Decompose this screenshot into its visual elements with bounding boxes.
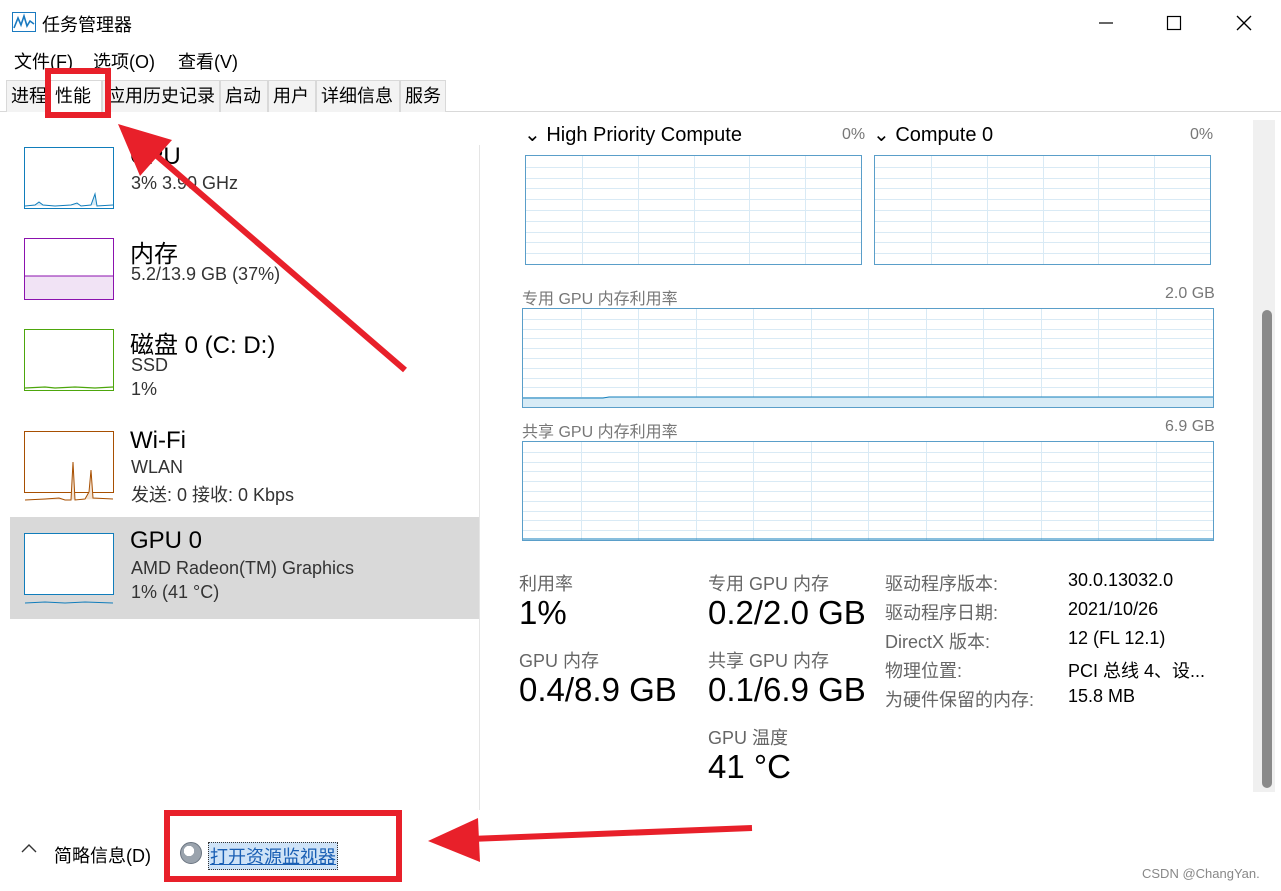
dedicated-memory-chart-label: 专用 GPU 内存利用率	[522, 291, 678, 308]
engine-dropdown-compute-0[interactable]: ⌄ Compute 0	[873, 122, 993, 147]
gpu-memory-label: GPU 内存	[519, 651, 600, 671]
dedicated-memory-usage-line	[523, 396, 1213, 407]
annotation-box-performance-tab	[45, 68, 111, 118]
shared-memory-label: 共享 GPU 内存	[708, 651, 830, 671]
wifi-thumbnail-graph	[24, 431, 114, 501]
perf-item-detail: 3% 3.90 GHz	[131, 173, 239, 193]
perf-item-gpu[interactable]: GPU 0 AMD Radeon(TM) Graphics 1% (41 °C)	[10, 517, 479, 619]
driver-date-key: 驱动程序日期:	[885, 603, 999, 623]
shared-memory-chart-max: 6.9 GB	[1165, 418, 1215, 435]
tab-services[interactable]: 服务	[400, 80, 446, 112]
tab-app-history[interactable]: 应用历史记录	[102, 80, 220, 112]
utilization-label: 利用率	[519, 574, 573, 594]
panel-divider	[479, 145, 480, 810]
watermark: CSDN @ChangYan.	[1142, 866, 1260, 881]
chevron-down-icon: ⌄	[524, 124, 541, 146]
performance-list: CPU 3% 3.90 GHz 内存 5.2/13.9 GB (37%) 磁盘 …	[0, 113, 480, 810]
tab-bar: 进程 性能 应用历史记录 启动 用户 详细信息 服务	[0, 80, 1281, 112]
fewer-details-button[interactable]: 简略信息(D)	[54, 842, 151, 868]
perf-item-detail-2: 发送: 0 接收: 0 Kbps	[131, 485, 295, 505]
graph-grid	[526, 156, 861, 264]
dedicated-memory-graph	[522, 308, 1214, 408]
close-icon	[1236, 15, 1252, 31]
shared-memory-graph	[522, 441, 1214, 541]
title-bar: 任务管理器	[0, 0, 1281, 44]
tab-users[interactable]: 用户	[268, 80, 316, 112]
disk-thumbnail-graph	[24, 329, 114, 391]
perf-item-detail: SSD	[131, 355, 169, 375]
perf-item-detail-2: 1% (41 °C)	[131, 582, 220, 602]
perf-item-memory[interactable]: 内存 5.2/13.9 GB (37%)	[10, 226, 479, 328]
high-priority-compute-graph	[525, 155, 862, 265]
directx-version-value: 12 (FL 12.1)	[1068, 628, 1166, 648]
engine-dropdown-high-priority-compute[interactable]: ⌄ High Priority Compute	[524, 122, 742, 147]
perf-item-disk[interactable]: 磁盘 0 (C: D:) SSD 1%	[10, 317, 479, 419]
perf-item-name: CPU	[130, 143, 181, 170]
memory-thumbnail-graph	[24, 238, 114, 300]
perf-item-detail: AMD Radeon(TM) Graphics	[131, 558, 355, 578]
maximize-icon	[1166, 15, 1182, 31]
perf-item-detail: 5.2/13.9 GB (37%)	[131, 264, 281, 284]
gpu-memory-value: 0.4/8.9 GB	[519, 671, 677, 708]
window-title: 任务管理器	[42, 15, 132, 35]
perf-item-detail: WLAN	[131, 457, 184, 477]
shared-memory-usage-line	[523, 538, 1213, 540]
perf-item-wifi[interactable]: Wi-Fi WLAN 发送: 0 接收: 0 Kbps	[10, 419, 479, 521]
perf-item-name: GPU 0	[130, 527, 203, 554]
utilization-value: 1%	[519, 594, 567, 631]
menu-view[interactable]: 查看(V)	[178, 48, 238, 74]
gpu-thumbnail-graph	[24, 533, 114, 604]
graph-grid	[875, 156, 1210, 264]
gpu-temperature-value: 41 °C	[708, 748, 791, 785]
engine-percent: 0%	[842, 126, 866, 143]
directx-version-key: DirectX 版本:	[885, 632, 991, 652]
compute-0-graph	[874, 155, 1211, 265]
minimize-button[interactable]	[1076, 6, 1136, 40]
hardware-reserved-memory-value: 15.8 MB	[1068, 686, 1136, 706]
chevron-down-icon: ⌄	[873, 124, 890, 146]
dedicated-memory-value: 0.2/2.0 GB	[708, 594, 866, 631]
engine-percent: 0%	[1190, 126, 1214, 143]
engine-name: High Priority Compute	[546, 124, 742, 146]
tab-processes[interactable]: 进程	[6, 80, 50, 112]
perf-item-cpu[interactable]: CPU 3% 3.90 GHz	[10, 135, 479, 237]
minimize-icon	[1099, 22, 1113, 24]
dedicated-memory-label: 专用 GPU 内存	[708, 574, 830, 594]
annotation-box-resource-monitor	[164, 810, 402, 882]
engine-name: Compute 0	[895, 124, 994, 146]
physical-location-key: 物理位置:	[885, 661, 963, 681]
cpu-thumbnail-graph	[24, 147, 114, 209]
driver-version-key: 驱动程序版本:	[885, 574, 999, 594]
chevron-up-icon[interactable]	[20, 842, 38, 854]
tab-details[interactable]: 详细信息	[316, 80, 400, 112]
driver-date-value: 2021/10/26	[1068, 599, 1159, 619]
menu-bar: 文件(F) 选项(O) 查看(V)	[0, 44, 1281, 74]
physical-location-value: PCI 总线 4、设...	[1068, 661, 1206, 681]
perf-item-detail-2: 1%	[131, 379, 158, 399]
close-button[interactable]	[1214, 6, 1274, 40]
driver-version-value: 30.0.13032.0	[1068, 570, 1174, 590]
task-manager-app-icon	[12, 12, 36, 32]
shared-memory-chart-label: 共享 GPU 内存利用率	[522, 424, 678, 441]
dedicated-memory-chart-max: 2.0 GB	[1165, 285, 1215, 302]
scrollbar-thumb[interactable]	[1262, 310, 1272, 788]
shared-memory-value: 0.1/6.9 GB	[708, 671, 866, 708]
gpu-temperature-label: GPU 温度	[708, 728, 789, 748]
hardware-reserved-memory-key: 为硬件保留的内存:	[885, 690, 1035, 710]
perf-item-name: Wi-Fi	[130, 427, 186, 454]
maximize-button[interactable]	[1144, 6, 1204, 40]
tab-startup[interactable]: 启动	[220, 80, 268, 112]
